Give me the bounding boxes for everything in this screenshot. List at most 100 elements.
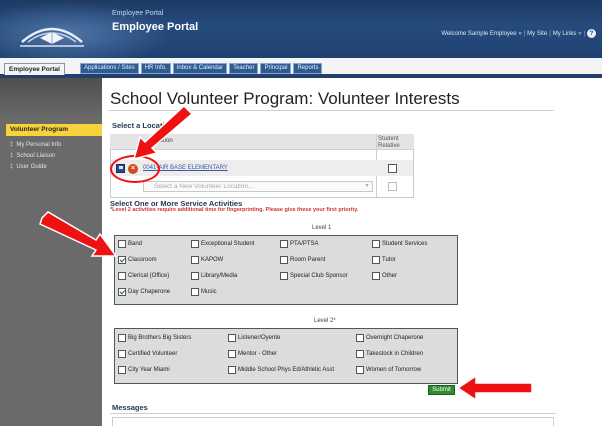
activity-option-label: Clerical (Office) bbox=[128, 273, 170, 279]
chevron-down-icon[interactable]: ▿ bbox=[519, 30, 522, 37]
activity-option[interactable]: City Year Miami bbox=[118, 366, 170, 374]
activity-option[interactable]: Band bbox=[118, 240, 142, 248]
activity-option[interactable]: Day Chaperone bbox=[118, 288, 170, 296]
checkbox[interactable] bbox=[118, 334, 126, 342]
messages-title: Messages bbox=[112, 403, 148, 412]
header-subtitle: Employee Portal bbox=[112, 10, 164, 17]
activity-option-label: Music bbox=[201, 289, 217, 295]
tab-list: Applications / Sites HR Info. Inbox & Ca… bbox=[80, 63, 323, 74]
sidebar-item-label: User Guide bbox=[16, 164, 47, 170]
messages-box bbox=[112, 417, 554, 426]
activity-option-label: Other bbox=[382, 273, 398, 279]
checkbox[interactable] bbox=[280, 240, 288, 248]
activity-option-label: Certified Volunteer bbox=[128, 351, 178, 357]
checkbox[interactable] bbox=[191, 272, 199, 280]
divider bbox=[108, 110, 554, 111]
activity-option[interactable]: KAPOW bbox=[191, 256, 223, 264]
activity-option[interactable]: Big Brothers Big Sisters bbox=[118, 334, 191, 342]
checkbox[interactable] bbox=[118, 240, 126, 248]
activity-option[interactable]: Middle School Phys Ed/Athletic Asst bbox=[228, 366, 334, 374]
checkbox[interactable] bbox=[228, 350, 236, 358]
activity-option[interactable]: Library/Media bbox=[191, 272, 237, 280]
activity-option[interactable]: Classroom bbox=[118, 256, 157, 264]
activity-option[interactable]: Certified Volunteer bbox=[118, 350, 177, 358]
activity-option-label: Day Chaperone bbox=[128, 289, 171, 295]
new-location-select[interactable]: Select a New Volunteer Location... ▾ bbox=[143, 181, 373, 192]
checkbox[interactable] bbox=[372, 256, 380, 264]
sidebar-item-volunteer-program[interactable]: Volunteer Program bbox=[6, 124, 102, 136]
checkbox-checked[interactable] bbox=[118, 256, 126, 264]
sidebar-item-label: School Liaison bbox=[16, 153, 56, 159]
checkbox[interactable] bbox=[280, 272, 288, 280]
checkbox[interactable] bbox=[372, 272, 380, 280]
checkbox[interactable] bbox=[372, 240, 380, 248]
new-student-relative-checkbox[interactable] bbox=[388, 182, 397, 191]
activity-option-label: City Year Miami bbox=[128, 367, 170, 373]
activity-option[interactable]: PTA/PTSA bbox=[280, 240, 319, 248]
activity-option-label: Mentor - Other bbox=[238, 351, 278, 357]
activity-option[interactable]: Listener/Oyente bbox=[228, 334, 280, 342]
activity-option[interactable]: Other bbox=[372, 272, 397, 280]
checkbox[interactable] bbox=[228, 334, 236, 342]
divider bbox=[110, 413, 556, 414]
activity-option[interactable]: Tutor bbox=[372, 256, 396, 264]
tab-applications-sites[interactable]: Applications / Sites bbox=[80, 63, 139, 74]
sidebar-item-my-personal-info[interactable]: ‡ My Personal Info bbox=[6, 140, 102, 151]
chevron-down-icon[interactable]: ▿ bbox=[578, 30, 581, 37]
checkbox[interactable] bbox=[118, 350, 126, 358]
annotation-ring bbox=[110, 155, 160, 183]
activity-option-label: Exceptional Student bbox=[201, 241, 255, 247]
header-line: Student bbox=[378, 136, 399, 142]
tab-reports[interactable]: Reports bbox=[293, 63, 323, 74]
student-relative-checkbox[interactable] bbox=[388, 164, 397, 173]
separator: | bbox=[583, 30, 585, 37]
chevron-down-icon: ▾ bbox=[365, 183, 369, 189]
checkbox[interactable] bbox=[191, 240, 199, 248]
activity-option[interactable]: Women of Tomorrow bbox=[356, 366, 421, 374]
submit-button[interactable]: Submit bbox=[428, 385, 455, 395]
activity-option[interactable]: Mentor - Other bbox=[228, 350, 277, 358]
activity-option[interactable]: Clerical (Office) bbox=[118, 272, 169, 280]
tab-employee-portal[interactable]: Employee Portal bbox=[4, 63, 65, 75]
my-links-link[interactable]: My Links bbox=[553, 31, 577, 37]
tab-hr-info[interactable]: HR Info. bbox=[140, 63, 171, 74]
separator: | bbox=[549, 30, 551, 37]
bullet-icon: ‡ bbox=[10, 142, 14, 148]
tab-inbox-calendar[interactable]: Inbox & Calendar bbox=[172, 63, 228, 74]
activity-option[interactable]: Room Parent bbox=[280, 256, 325, 264]
activity-option[interactable]: Music bbox=[191, 288, 217, 296]
activities-note: *Level 2 activities require additional t… bbox=[110, 207, 359, 213]
activity-option-label: Takestock in Children bbox=[366, 351, 424, 357]
checkbox[interactable] bbox=[280, 256, 288, 264]
checkbox[interactable] bbox=[118, 366, 126, 374]
checkbox[interactable] bbox=[191, 288, 199, 296]
select-placeholder: Select a New Volunteer Location... bbox=[154, 183, 254, 190]
activity-option[interactable]: Special Club Sponsor bbox=[280, 272, 348, 280]
sidebar-item-user-guide[interactable]: ‡ User Guide bbox=[6, 162, 102, 173]
activity-option[interactable]: Overnight Chaperone bbox=[356, 334, 423, 342]
activity-option-label: KAPOW bbox=[201, 257, 224, 263]
sidebar-item-label: My Personal Info bbox=[16, 142, 62, 148]
welcome-text: Welcome Sample Employee bbox=[441, 30, 517, 37]
checkbox[interactable] bbox=[356, 334, 364, 342]
activity-option-label: Special Club Sponsor bbox=[290, 273, 348, 279]
checkbox[interactable] bbox=[356, 350, 364, 358]
level1-label: Level 1 bbox=[312, 225, 332, 231]
sidebar-item-school-liaison[interactable]: ‡ School Liaison bbox=[6, 151, 102, 162]
help-icon[interactable]: ? bbox=[587, 29, 596, 38]
checkbox[interactable] bbox=[191, 256, 199, 264]
checkbox[interactable] bbox=[118, 272, 126, 280]
activity-option[interactable]: Student Services bbox=[372, 240, 427, 248]
activity-option-label: Student Services bbox=[382, 241, 428, 247]
activity-option[interactable]: Takestock in Children bbox=[356, 350, 423, 358]
bullet-icon: ‡ bbox=[10, 153, 14, 159]
tab-principal[interactable]: Principal bbox=[260, 63, 292, 74]
checkbox-checked[interactable] bbox=[118, 288, 126, 296]
activity-option[interactable]: Exceptional Student bbox=[191, 240, 254, 248]
tab-teacher[interactable]: Teacher bbox=[229, 63, 259, 74]
activity-option-label: Band bbox=[128, 241, 143, 247]
level2-label: Level 2* bbox=[314, 318, 336, 324]
my-site-link[interactable]: My Site bbox=[527, 31, 547, 37]
checkbox[interactable] bbox=[228, 366, 236, 374]
checkbox[interactable] bbox=[356, 366, 364, 374]
